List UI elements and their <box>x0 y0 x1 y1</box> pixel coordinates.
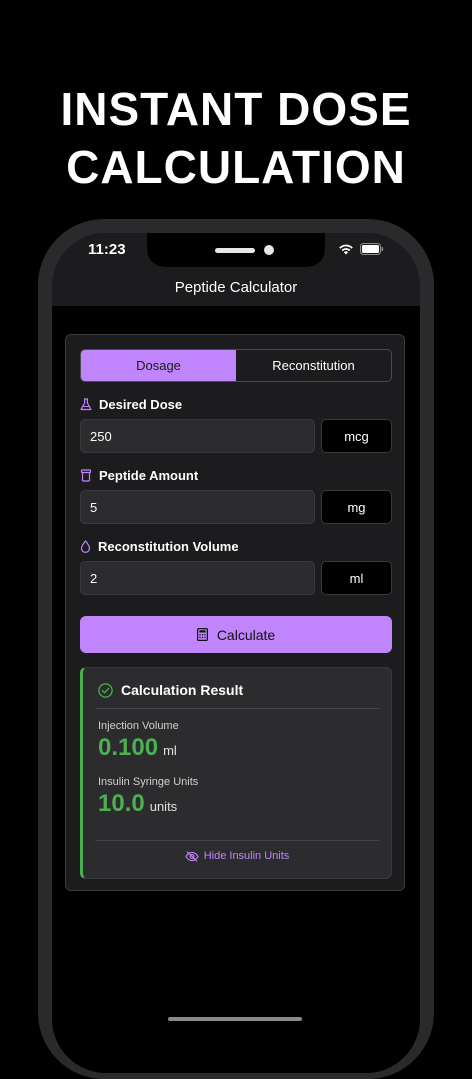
desired-dose-label-text: Desired Dose <box>99 397 183 412</box>
injection-volume-number: 0.100 <box>98 734 159 761</box>
desired-dose-unit-select[interactable]: mcg <box>321 419 392 453</box>
island-camera <box>264 245 274 255</box>
peptide-amount-unit-select[interactable]: mg <box>321 490 392 524</box>
desired-dose-label: Desired Dose <box>80 397 182 412</box>
phone-frame: 11:23 Peptide Calculator Dosage Reconsti… <box>38 219 434 1079</box>
eye-slash-icon <box>185 850 199 862</box>
syringe-units-label: Insulin Syringe Units <box>98 776 199 788</box>
calculate-button-label: Calculate <box>216 626 276 643</box>
home-indicator[interactable] <box>168 1017 302 1021</box>
peptide-amount-label: Peptide Amount <box>80 468 198 483</box>
mode-segmented-control: Dosage Reconstitution <box>80 349 392 382</box>
injection-volume-label: Injection Volume <box>98 720 179 732</box>
result-title: Calculation Result <box>121 682 244 698</box>
reconstitution-volume-label-text: Reconstitution Volume <box>98 539 239 554</box>
check-circle-icon <box>98 682 113 698</box>
calculator-card: Dosage Reconstitution Desired Dose 250 m… <box>65 334 405 891</box>
island-pill <box>215 248 255 253</box>
wifi-icon <box>339 244 353 255</box>
result-divider-top <box>95 708 379 709</box>
tab-reconstitution[interactable]: Reconstitution <box>236 350 391 381</box>
status-time: 11:23 <box>88 241 126 258</box>
result-divider-bottom <box>95 840 379 841</box>
peptide-amount-input[interactable]: 5 <box>80 490 315 524</box>
headline-line-2: CALCULATION <box>66 141 406 193</box>
droplet-icon <box>80 540 91 553</box>
battery-icon <box>360 243 384 255</box>
calculate-button[interactable]: Calculate <box>80 616 392 653</box>
tab-dosage[interactable]: Dosage <box>81 350 236 381</box>
headline-line-1: INSTANT DOSE <box>60 83 412 135</box>
result-header: Calculation Result <box>98 682 243 698</box>
hide-insulin-units-button[interactable]: Hide Insulin Units <box>83 850 391 862</box>
phone-screen: 11:23 Peptide Calculator Dosage Reconsti… <box>52 233 420 1073</box>
syringe-units-unit: units <box>149 799 178 814</box>
injection-volume-unit: ml <box>163 743 177 758</box>
flask-icon <box>80 398 92 411</box>
dynamic-island <box>147 233 325 267</box>
injection-volume-value: 0.100 ml <box>98 734 177 762</box>
status-icons <box>338 243 384 255</box>
reconstitution-volume-input[interactable]: 2 <box>80 561 315 595</box>
reconstitution-volume-unit-select[interactable]: ml <box>321 561 392 595</box>
hide-insulin-units-label: Hide Insulin Units <box>203 850 290 862</box>
desired-dose-input[interactable]: 250 <box>80 419 315 453</box>
nav-title: Peptide Calculator <box>174 279 298 296</box>
calculator-icon <box>196 628 208 641</box>
vial-icon <box>80 469 92 482</box>
syringe-units-value: 10.0 units <box>98 790 177 818</box>
syringe-units-number: 10.0 <box>98 790 145 817</box>
peptide-amount-label-text: Peptide Amount <box>99 468 199 483</box>
calculation-result-panel: Calculation Result Injection Volume 0.10… <box>80 667 392 879</box>
reconstitution-volume-label: Reconstitution Volume <box>80 539 239 554</box>
promo-headline: INSTANT DOSE CALCULATION <box>0 80 472 196</box>
